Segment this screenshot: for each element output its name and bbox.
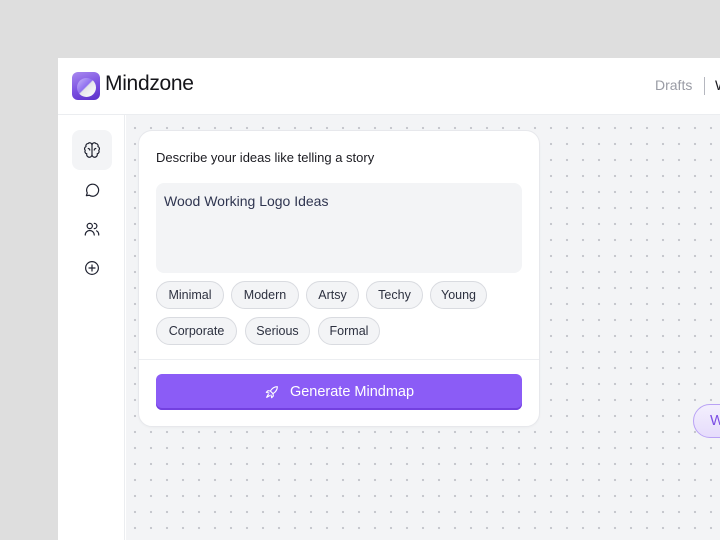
users-icon [84, 222, 100, 236]
prompt-card: Describe your ideas like telling a story… [138, 130, 540, 427]
mindmap-canvas[interactable]: Describe your ideas like telling a story… [126, 115, 720, 540]
sidebar-item-add[interactable] [72, 248, 112, 288]
nav-next-link[interactable]: W [715, 77, 720, 93]
rocket-icon [265, 386, 278, 399]
generate-mindmap-label: Generate Mindmap [289, 384, 415, 400]
plus-circle-icon [85, 261, 99, 275]
generate-mindmap-button[interactable]: Generate Mindmap [156, 374, 522, 410]
chip-corporate[interactable]: Corporate [156, 317, 237, 345]
chip-modern[interactable]: Modern [231, 281, 299, 309]
sidebar [58, 115, 125, 540]
idea-prompt-input[interactable] [156, 183, 522, 273]
top-bar: Mindzone Drafts W [58, 58, 720, 115]
chat-bubble-icon [85, 183, 100, 197]
prompt-card-title: Describe your ideas like telling a story [156, 150, 375, 165]
chip-serious[interactable]: Serious [245, 317, 310, 345]
chip-formal[interactable]: Formal [318, 317, 380, 345]
nav-drafts-link[interactable]: Drafts [655, 77, 692, 93]
mindmap-root-node[interactable]: W [693, 404, 720, 438]
mindzone-logo-icon [72, 72, 100, 100]
card-divider [139, 359, 539, 360]
brain-icon [83, 142, 101, 158]
chip-young[interactable]: Young [430, 281, 487, 309]
chip-minimal[interactable]: Minimal [156, 281, 224, 309]
sidebar-item-mindmap[interactable] [72, 130, 112, 170]
brand-name: Mindzone [105, 72, 194, 95]
sidebar-item-chat[interactable] [72, 170, 112, 210]
chip-artsy[interactable]: Artsy [306, 281, 359, 309]
chip-techy[interactable]: Techy [366, 281, 423, 309]
sidebar-item-users[interactable] [72, 209, 112, 249]
app-window: Mindzone Drafts W [58, 58, 720, 540]
nav-separator [704, 77, 705, 95]
